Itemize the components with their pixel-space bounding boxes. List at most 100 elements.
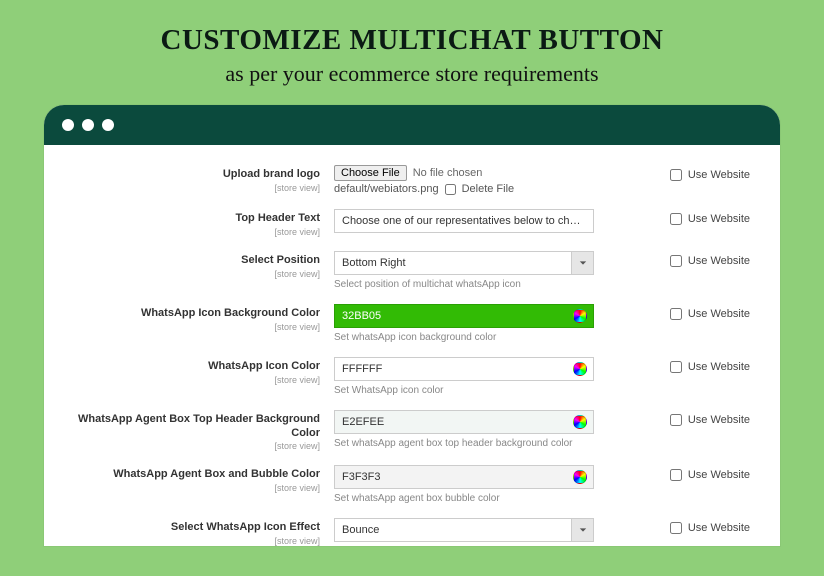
field-label-col: WhatsApp Agent Box and Bubble Color [sto…: [70, 465, 320, 493]
field-scope: [store view]: [70, 269, 320, 279]
window-dot: [102, 119, 114, 131]
color-value: 32BB05: [342, 310, 381, 322]
hero-banner: CUSTOMIZE MULTICHAT BUTTON as per your e…: [0, 0, 824, 87]
field-scope: [store view]: [70, 183, 320, 193]
field-input-col: Choose File No file chosen default/webia…: [334, 165, 594, 195]
field-label: Select WhatsApp Icon Effect: [70, 521, 320, 535]
color-picker-icon[interactable]: [573, 309, 587, 323]
use-website-label: Use Website: [688, 213, 750, 225]
row-icon-effect: Select WhatsApp Icon Effect [store view]…: [70, 518, 754, 546]
use-website-toggle[interactable]: Use Website: [670, 410, 754, 426]
current-file-name: default/webiators.png: [334, 183, 439, 195]
icon-color-input[interactable]: FFFFFF: [334, 357, 594, 381]
use-website-toggle[interactable]: Use Website: [670, 251, 754, 267]
field-helper: Select position of multichat whatsApp ic…: [334, 279, 594, 290]
delete-file-checkbox[interactable]: [445, 184, 456, 195]
use-website-toggle[interactable]: Use Website: [670, 465, 754, 481]
color-picker-icon[interactable]: [573, 362, 587, 376]
agent-box-header-bg-input[interactable]: E2EFEE: [334, 410, 594, 434]
field-label-col: WhatsApp Icon Color [store view]: [70, 357, 320, 385]
field-label: Top Header Text: [70, 212, 320, 226]
agent-box-bubble-input[interactable]: F3F3F3: [334, 465, 594, 489]
use-website-label: Use Website: [688, 414, 750, 426]
field-input-col: E2EFEE Set whatsApp agent box top header…: [334, 410, 594, 449]
use-website-checkbox[interactable]: [670, 361, 682, 373]
field-label-col: WhatsApp Icon Background Color [store vi…: [70, 304, 320, 332]
use-website-checkbox[interactable]: [670, 169, 682, 181]
color-value: FFFFFF: [342, 363, 382, 375]
field-scope: [store view]: [70, 441, 320, 451]
browser-mock: Upload brand logo [store view] Choose Fi…: [44, 105, 780, 546]
use-website-label: Use Website: [688, 308, 750, 320]
field-scope: [store view]: [70, 536, 320, 546]
use-website-toggle[interactable]: Use Website: [670, 518, 754, 534]
field-helper: Set whatsApp icon background color: [334, 332, 594, 343]
use-website-label: Use Website: [688, 361, 750, 373]
row-upload-logo: Upload brand logo [store view] Choose Fi…: [70, 165, 754, 195]
choose-file-button[interactable]: Choose File: [334, 165, 407, 181]
field-label-col: Select Position [store view]: [70, 251, 320, 279]
field-helper: Set whatsApp agent box top header backgr…: [334, 438, 594, 449]
delete-file-label: Delete File: [462, 183, 515, 195]
field-scope: [store view]: [70, 375, 320, 385]
use-website-checkbox[interactable]: [670, 308, 682, 320]
use-website-checkbox[interactable]: [670, 414, 682, 426]
use-website-checkbox[interactable]: [670, 213, 682, 225]
field-label-col: WhatsApp Agent Box Top Header Background…: [70, 410, 320, 452]
row-icon-bg-color: WhatsApp Icon Background Color [store vi…: [70, 304, 754, 343]
field-helper: Set whatsApp agent box bubble color: [334, 493, 594, 504]
hero-subtitle: as per your ecommerce store requirements: [0, 61, 824, 87]
field-label: WhatsApp Icon Color: [70, 360, 320, 374]
field-input-col: Bottom Right Select position of multicha…: [334, 251, 594, 290]
field-helper: Set WhatsApp icon color: [334, 385, 594, 396]
use-website-toggle[interactable]: Use Website: [670, 209, 754, 225]
icon-effect-select[interactable]: Bounce: [334, 518, 594, 542]
field-label: WhatsApp Agent Box Top Header Background…: [70, 413, 320, 441]
field-label-col: Select WhatsApp Icon Effect [store view]: [70, 518, 320, 546]
use-website-toggle[interactable]: Use Website: [670, 165, 754, 181]
field-scope: [store view]: [70, 483, 320, 493]
field-label-col: Upload brand logo [store view]: [70, 165, 320, 193]
field-label-col: Top Header Text [store view]: [70, 209, 320, 237]
top-header-text-input[interactable]: [334, 209, 594, 233]
color-value: F3F3F3: [342, 471, 381, 483]
field-scope: [store view]: [70, 227, 320, 237]
row-icon-color: WhatsApp Icon Color [store view] FFFFFF …: [70, 357, 754, 396]
config-form: Upload brand logo [store view] Choose Fi…: [44, 145, 780, 546]
field-input-col: Bounce: [334, 518, 594, 542]
field-label: WhatsApp Agent Box and Bubble Color: [70, 468, 320, 482]
icon-bg-color-input[interactable]: 32BB05: [334, 304, 594, 328]
use-website-toggle[interactable]: Use Website: [670, 304, 754, 320]
use-website-label: Use Website: [688, 169, 750, 181]
file-status-text: No file chosen: [413, 167, 483, 179]
color-value: E2EFEE: [342, 416, 384, 428]
chevron-down-icon: [571, 519, 593, 541]
row-top-header-text: Top Header Text [store view] Use Website: [70, 209, 754, 237]
field-input-col: [334, 209, 594, 233]
field-label: Select Position: [70, 254, 320, 268]
use-website-toggle[interactable]: Use Website: [670, 357, 754, 373]
field-input-col: FFFFFF Set WhatsApp icon color: [334, 357, 594, 396]
row-select-position: Select Position [store view] Bottom Righ…: [70, 251, 754, 290]
position-select[interactable]: Bottom Right: [334, 251, 594, 275]
use-website-checkbox[interactable]: [670, 469, 682, 481]
chevron-down-icon: [571, 252, 593, 274]
row-agent-box-bubble: WhatsApp Agent Box and Bubble Color [sto…: [70, 465, 754, 504]
select-value: Bottom Right: [342, 257, 406, 269]
hero-title: CUSTOMIZE MULTICHAT BUTTON: [0, 24, 824, 57]
field-input-col: 32BB05 Set whatsApp icon background colo…: [334, 304, 594, 343]
select-value: Bounce: [342, 524, 379, 536]
color-picker-icon[interactable]: [573, 470, 587, 484]
color-picker-icon[interactable]: [573, 415, 587, 429]
use-website-label: Use Website: [688, 255, 750, 267]
field-input-col: F3F3F3 Set whatsApp agent box bubble col…: [334, 465, 594, 504]
field-label: WhatsApp Icon Background Color: [70, 307, 320, 321]
window-dot: [62, 119, 74, 131]
field-scope: [store view]: [70, 322, 320, 332]
use-website-checkbox[interactable]: [670, 255, 682, 267]
use-website-checkbox[interactable]: [670, 522, 682, 534]
use-website-label: Use Website: [688, 469, 750, 481]
browser-titlebar: [44, 105, 780, 145]
field-label: Upload brand logo: [70, 168, 320, 182]
row-agent-box-header-bg: WhatsApp Agent Box Top Header Background…: [70, 410, 754, 452]
